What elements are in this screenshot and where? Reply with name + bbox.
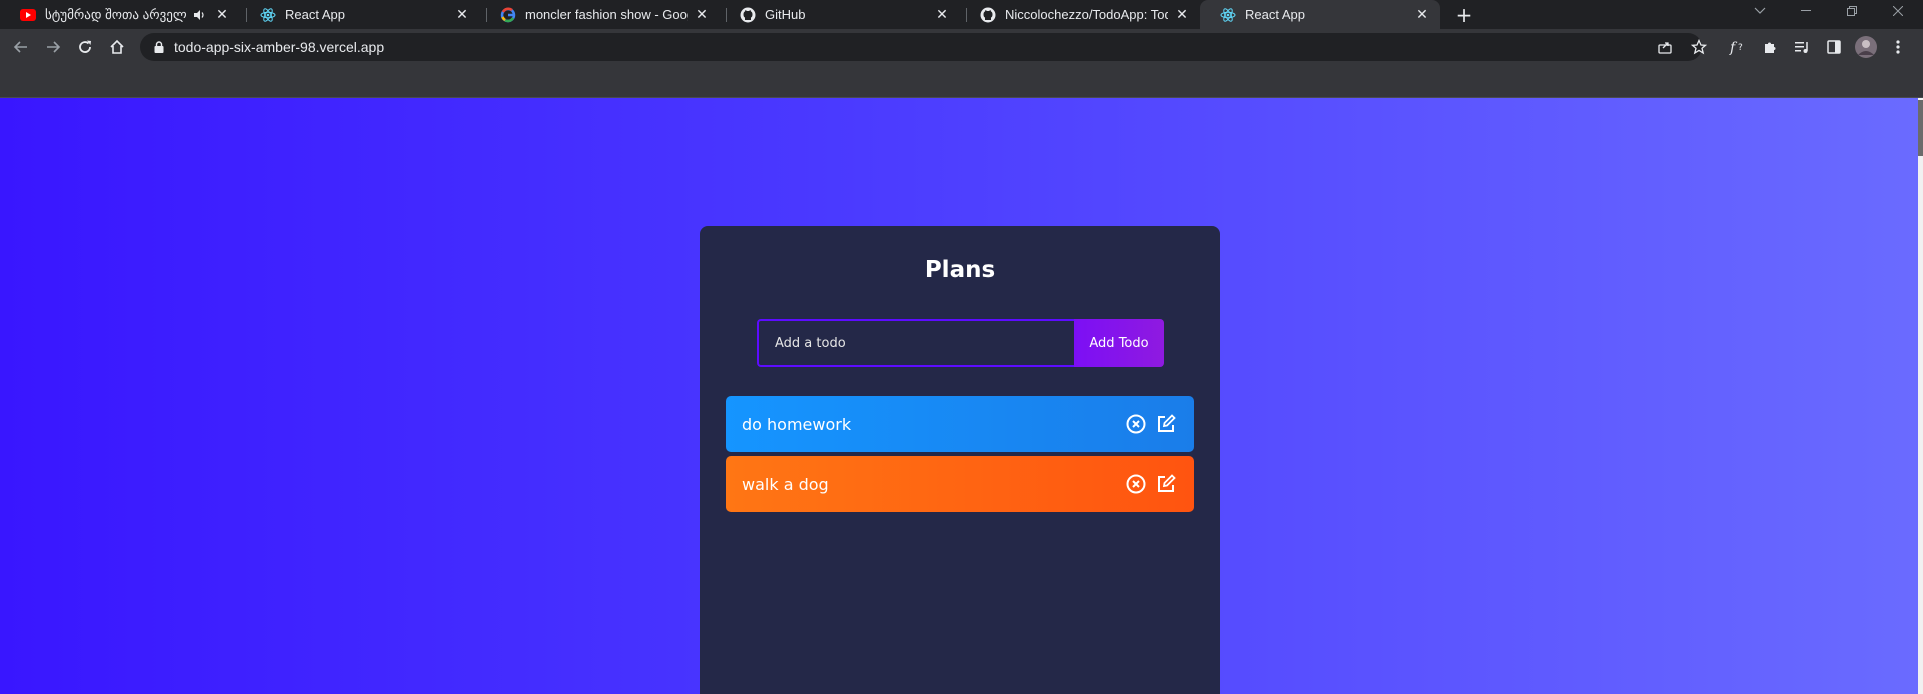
address-bar[interactable]: todo-app-six-amber-98.vercel.app: [140, 33, 1707, 61]
tab-title: React App: [285, 7, 345, 22]
tab-title: moncler fashion show - Google Search: [525, 7, 688, 22]
tab-strip: სტუმრად შოთა არველაძე ✕ React App ✕ monc…: [0, 0, 1923, 29]
lock-icon[interactable]: [152, 40, 166, 54]
edit-icon[interactable]: [1154, 412, 1178, 436]
close-icon[interactable]: ✕: [694, 7, 710, 23]
close-icon[interactable]: ✕: [1174, 7, 1190, 23]
github-icon: [980, 7, 996, 23]
tab-google-search[interactable]: moncler fashion show - Google Search ✕: [480, 0, 720, 29]
tab-github[interactable]: GitHub ✕: [720, 0, 960, 29]
github-icon: [740, 7, 756, 23]
tab-youtube[interactable]: სტუმრად შოთა არველაძე ✕: [0, 0, 240, 29]
media-control-icon[interactable]: [1788, 33, 1816, 61]
google-icon: [500, 7, 516, 23]
delete-icon[interactable]: [1124, 412, 1148, 436]
tab-title: Niccolochezzo/TodoApp: TodoApp: [1005, 7, 1168, 22]
todo-item[interactable]: do homework: [726, 396, 1194, 452]
page-viewport: Plans Add Todo do homework walk a dog: [0, 98, 1918, 694]
back-icon[interactable]: [7, 33, 35, 61]
tab-title: GitHub: [765, 7, 806, 22]
close-window-icon[interactable]: [1875, 0, 1921, 22]
tab-title: სტუმრად შოთა არველაძე: [45, 6, 186, 22]
share-icon[interactable]: [1657, 39, 1673, 55]
page-scrollbar[interactable]: [1918, 98, 1923, 694]
delete-icon[interactable]: [1124, 472, 1148, 496]
tab-react-app-1[interactable]: React App ✕: [240, 0, 480, 29]
app-title: Plans: [924, 257, 996, 283]
tab-search-icon[interactable]: [1737, 0, 1783, 22]
close-icon[interactable]: ✕: [214, 7, 230, 23]
tab-title: React App: [1245, 7, 1305, 22]
youtube-icon: [20, 7, 36, 23]
extensions-puzzle-icon[interactable]: [1756, 33, 1784, 61]
todo-item[interactable]: walk a dog: [726, 456, 1194, 512]
url-text[interactable]: todo-app-six-amber-98.vercel.app: [174, 39, 384, 55]
todo-form: Add Todo: [757, 319, 1164, 367]
side-panel-icon[interactable]: [1820, 33, 1848, 61]
react-icon: [1220, 7, 1236, 23]
edit-icon[interactable]: [1154, 472, 1178, 496]
new-tab-button[interactable]: +: [1452, 3, 1476, 27]
close-icon[interactable]: ✕: [454, 7, 470, 23]
font-extension-icon[interactable]: f?: [1724, 33, 1752, 61]
reload-icon[interactable]: [71, 33, 99, 61]
todo-text: do homework: [742, 414, 852, 434]
menu-kebab-icon[interactable]: [1884, 33, 1912, 61]
todo-app-card: Plans Add Todo do homework walk a dog: [700, 226, 1220, 694]
tab-github-repo[interactable]: Niccolochezzo/TodoApp: TodoApp ✕: [960, 0, 1200, 29]
speaker-icon[interactable]: [192, 7, 206, 23]
bookmarks-bar: [0, 66, 1923, 98]
react-icon: [260, 7, 276, 23]
tab-react-app-active[interactable]: React App ✕: [1200, 0, 1440, 29]
add-todo-button[interactable]: Add Todo: [1074, 319, 1164, 367]
restore-icon[interactable]: [1829, 0, 1875, 22]
svg-text:f: f: [1729, 40, 1738, 55]
todo-input[interactable]: [757, 319, 1074, 367]
forward-icon[interactable]: [39, 33, 67, 61]
browser-toolbar: todo-app-six-amber-98.vercel.app f?: [0, 29, 1923, 66]
star-icon[interactable]: [1691, 39, 1707, 55]
profile-avatar[interactable]: [1852, 33, 1880, 61]
close-icon[interactable]: ✕: [934, 7, 950, 23]
home-icon[interactable]: [103, 33, 131, 61]
close-icon[interactable]: ✕: [1414, 7, 1430, 23]
todo-text: walk a dog: [742, 474, 829, 494]
minimize-icon[interactable]: [1783, 0, 1829, 22]
svg-text:?: ?: [1738, 43, 1743, 53]
scrollbar-thumb[interactable]: [1918, 100, 1923, 156]
